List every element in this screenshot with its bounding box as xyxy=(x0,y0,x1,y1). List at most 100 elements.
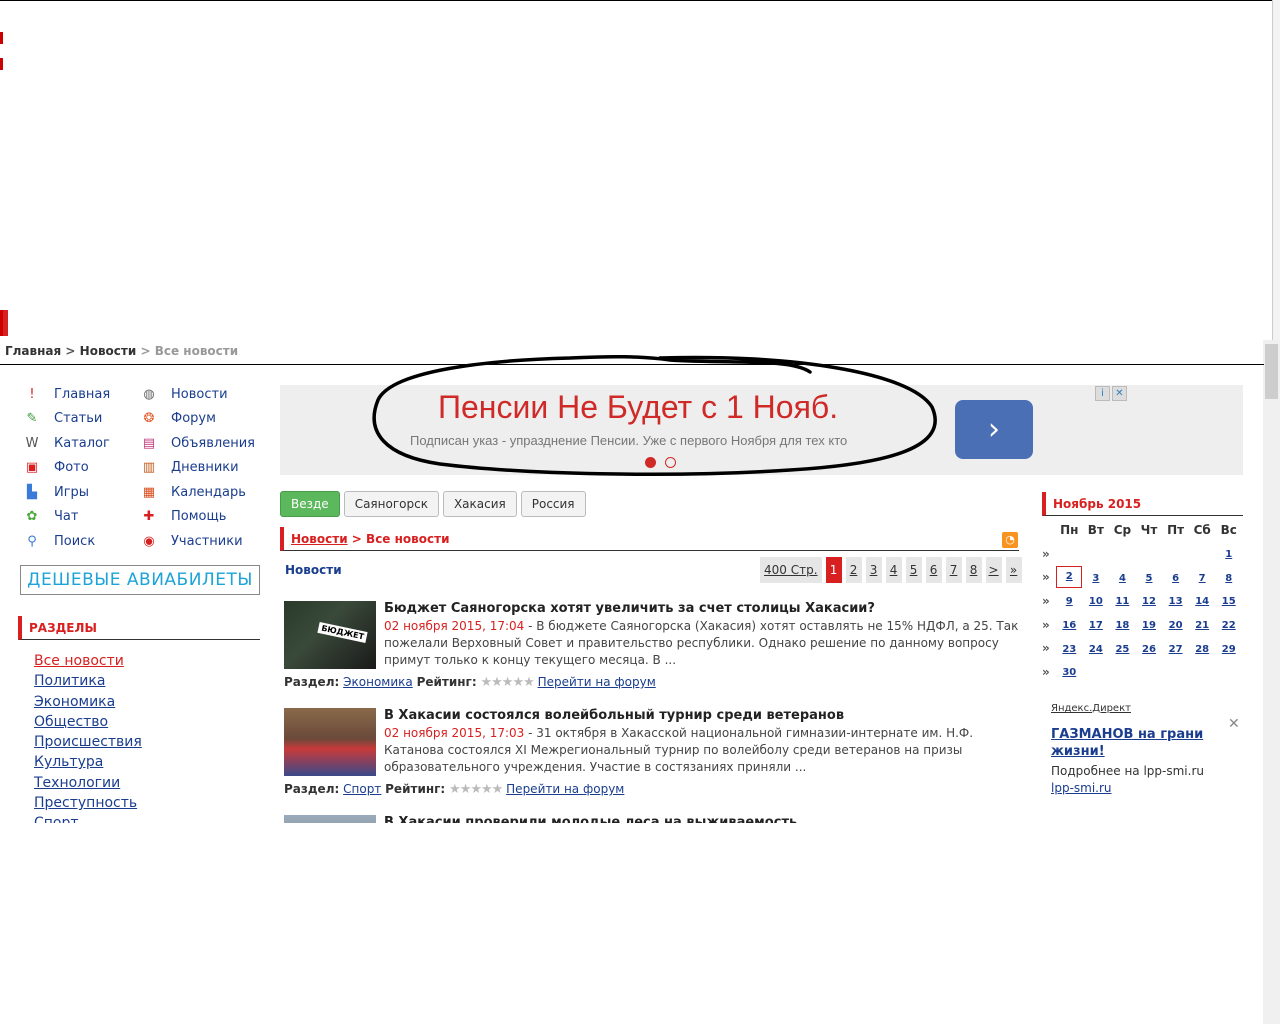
calendar-day-link[interactable]: 14 xyxy=(1195,596,1209,607)
breadcrumb-news[interactable]: Новости xyxy=(80,344,137,358)
calendar-day-link[interactable]: 20 xyxy=(1169,620,1183,631)
section-link[interactable]: Технологии xyxy=(34,773,264,793)
calendar-day[interactable]: 25 xyxy=(1109,642,1136,655)
news-thumbnail[interactable]: БЮДЖЕТ xyxy=(284,601,376,669)
calendar-day[interactable]: 19 xyxy=(1136,618,1163,631)
calendar-title[interactable]: Ноябрь 2015 xyxy=(1053,497,1141,511)
nav-item[interactable]: ◍ Новости xyxy=(139,384,227,404)
nav-item[interactable]: ✚ Помощь xyxy=(139,507,227,527)
nav-item[interactable]: ❂ Форум xyxy=(139,409,216,429)
star-icon[interactable]: ★ xyxy=(491,675,503,690)
calendar-day-link[interactable]: 19 xyxy=(1142,620,1156,631)
calendar-day[interactable]: 14 xyxy=(1189,594,1216,607)
nav-item[interactable]: ▤ Объявления xyxy=(139,433,255,453)
page-link[interactable]: 6 xyxy=(925,557,942,583)
star-icon[interactable]: ★ xyxy=(480,675,492,690)
page-count-link[interactable]: 400 Стр. xyxy=(760,557,822,583)
calendar-day[interactable]: 10 xyxy=(1083,594,1110,607)
rating-stars[interactable]: ★★★★★ xyxy=(449,782,503,797)
calendar-day[interactable]: 17 xyxy=(1083,618,1110,631)
calendar-day-link[interactable]: 30 xyxy=(1062,667,1076,678)
calendar-day[interactable]: 30 xyxy=(1056,665,1083,678)
info-icon[interactable]: i xyxy=(1095,386,1110,401)
nav-item[interactable]: ✿ Чат xyxy=(22,507,79,527)
close-icon[interactable]: ✕ xyxy=(1228,716,1240,732)
carousel-dot-active[interactable] xyxy=(645,457,656,468)
page-scrollbar[interactable] xyxy=(1263,340,1280,1024)
nav-item[interactable]: ▣ Фото xyxy=(22,458,89,478)
calendar-day[interactable]: 13 xyxy=(1162,594,1189,607)
calendar-day[interactable]: 16 xyxy=(1056,618,1083,631)
calendar-day[interactable]: 3 xyxy=(1083,571,1110,584)
calendar-day[interactable]: 11 xyxy=(1109,594,1136,607)
calendar-day-link[interactable]: 18 xyxy=(1115,620,1129,631)
calendar-day-link[interactable]: 7 xyxy=(1199,573,1206,584)
nav-item[interactable]: ▙ Игры xyxy=(22,482,89,502)
page-link[interactable]: 2 xyxy=(845,557,862,583)
calendar-day-link[interactable]: 8 xyxy=(1225,573,1232,584)
calendar-day[interactable]: 20 xyxy=(1162,618,1189,631)
calendar-day[interactable]: 15 xyxy=(1215,594,1242,607)
page-link[interactable]: 5 xyxy=(905,557,922,583)
calendar-day[interactable]: 27 xyxy=(1162,642,1189,655)
carousel-dot[interactable] xyxy=(665,457,676,468)
calendar-day-link[interactable]: 27 xyxy=(1169,644,1183,655)
star-icon[interactable]: ★ xyxy=(449,782,461,797)
region-tab[interactable]: Россия xyxy=(520,491,586,517)
calendar-day-link[interactable]: 9 xyxy=(1066,596,1073,607)
nav-item[interactable]: ▥ Дневники xyxy=(139,458,239,478)
calendar-day-link[interactable]: 25 xyxy=(1115,644,1129,655)
calendar-day[interactable]: 4 xyxy=(1109,571,1136,584)
news-section-link[interactable]: Спорт xyxy=(343,782,381,796)
calendar-day[interactable]: 28 xyxy=(1189,642,1216,655)
region-tab[interactable]: Саяногорск xyxy=(343,491,439,517)
calendar-day[interactable]: 6 xyxy=(1162,571,1189,584)
page-link[interactable]: 1 xyxy=(825,557,842,583)
star-icon[interactable]: ★ xyxy=(502,675,514,690)
calendar-day-link[interactable]: 5 xyxy=(1146,573,1153,584)
region-tab[interactable]: Везде xyxy=(280,491,340,517)
calendar-day-link[interactable]: 28 xyxy=(1195,644,1209,655)
forum-link[interactable]: Перейти на форум xyxy=(506,782,624,796)
page-link[interactable]: 8 xyxy=(965,557,982,583)
section-link[interactable]: Политика xyxy=(34,671,264,691)
star-icon[interactable]: ★ xyxy=(481,782,493,797)
calendar-day[interactable]: 21 xyxy=(1189,618,1216,631)
calendar-day-link[interactable]: 12 xyxy=(1142,596,1156,607)
ad-title[interactable]: Пенсии Не Будет с 1 Нояб. xyxy=(438,389,838,426)
week-arrow[interactable]: » xyxy=(1042,594,1056,608)
calendar-day[interactable]: 26 xyxy=(1136,642,1163,655)
section-link[interactable]: Общество xyxy=(34,712,264,732)
news-section-link[interactable]: Экономика xyxy=(343,675,413,689)
scrollbar-thumb[interactable] xyxy=(1265,344,1278,399)
calendar-day-link[interactable]: 4 xyxy=(1119,573,1126,584)
ad-arrow-button[interactable]: › xyxy=(955,400,1033,459)
star-icon[interactable]: ★ xyxy=(523,675,535,690)
week-arrow[interactable]: » xyxy=(1042,665,1056,679)
calendar-day-link[interactable]: 1 xyxy=(1225,549,1232,560)
week-arrow[interactable]: » xyxy=(1042,570,1056,584)
calendar-day-link[interactable]: 16 xyxy=(1062,620,1076,631)
nav-item[interactable]: ! Главная xyxy=(22,384,110,404)
calendar-day[interactable]: 9 xyxy=(1056,594,1083,607)
page-link[interactable]: 4 xyxy=(885,557,902,583)
section-link[interactable]: Спорт xyxy=(34,813,264,823)
star-icon[interactable]: ★ xyxy=(460,782,472,797)
calendar-day[interactable]: 12 xyxy=(1136,594,1163,607)
calendar-day-link[interactable]: 11 xyxy=(1115,596,1129,607)
nav-item[interactable]: W Каталог xyxy=(22,433,110,453)
calendar-day-link[interactable]: 6 xyxy=(1172,573,1179,584)
nav-item[interactable]: ◉ Участники xyxy=(139,531,242,551)
news-title[interactable]: Бюджет Саяногорска хотят увеличить за сч… xyxy=(384,601,875,616)
calendar-day-link[interactable]: 13 xyxy=(1169,596,1183,607)
region-tab[interactable]: Хакасия xyxy=(442,491,517,517)
nav-item[interactable]: ▦ Календарь xyxy=(139,482,246,502)
page-link[interactable]: 7 xyxy=(945,557,962,583)
calendar-day-link[interactable]: 23 xyxy=(1062,644,1076,655)
calendar-day[interactable]: 24 xyxy=(1083,642,1110,655)
news-title[interactable]: В Хакасии проверили молодые леса на выжи… xyxy=(384,815,797,823)
content-header-news[interactable]: Новости xyxy=(291,532,348,546)
calendar-day[interactable]: 7 xyxy=(1189,571,1216,584)
nav-item[interactable]: ⚲ Поиск xyxy=(22,531,95,551)
calendar-day[interactable]: 18 xyxy=(1109,618,1136,631)
